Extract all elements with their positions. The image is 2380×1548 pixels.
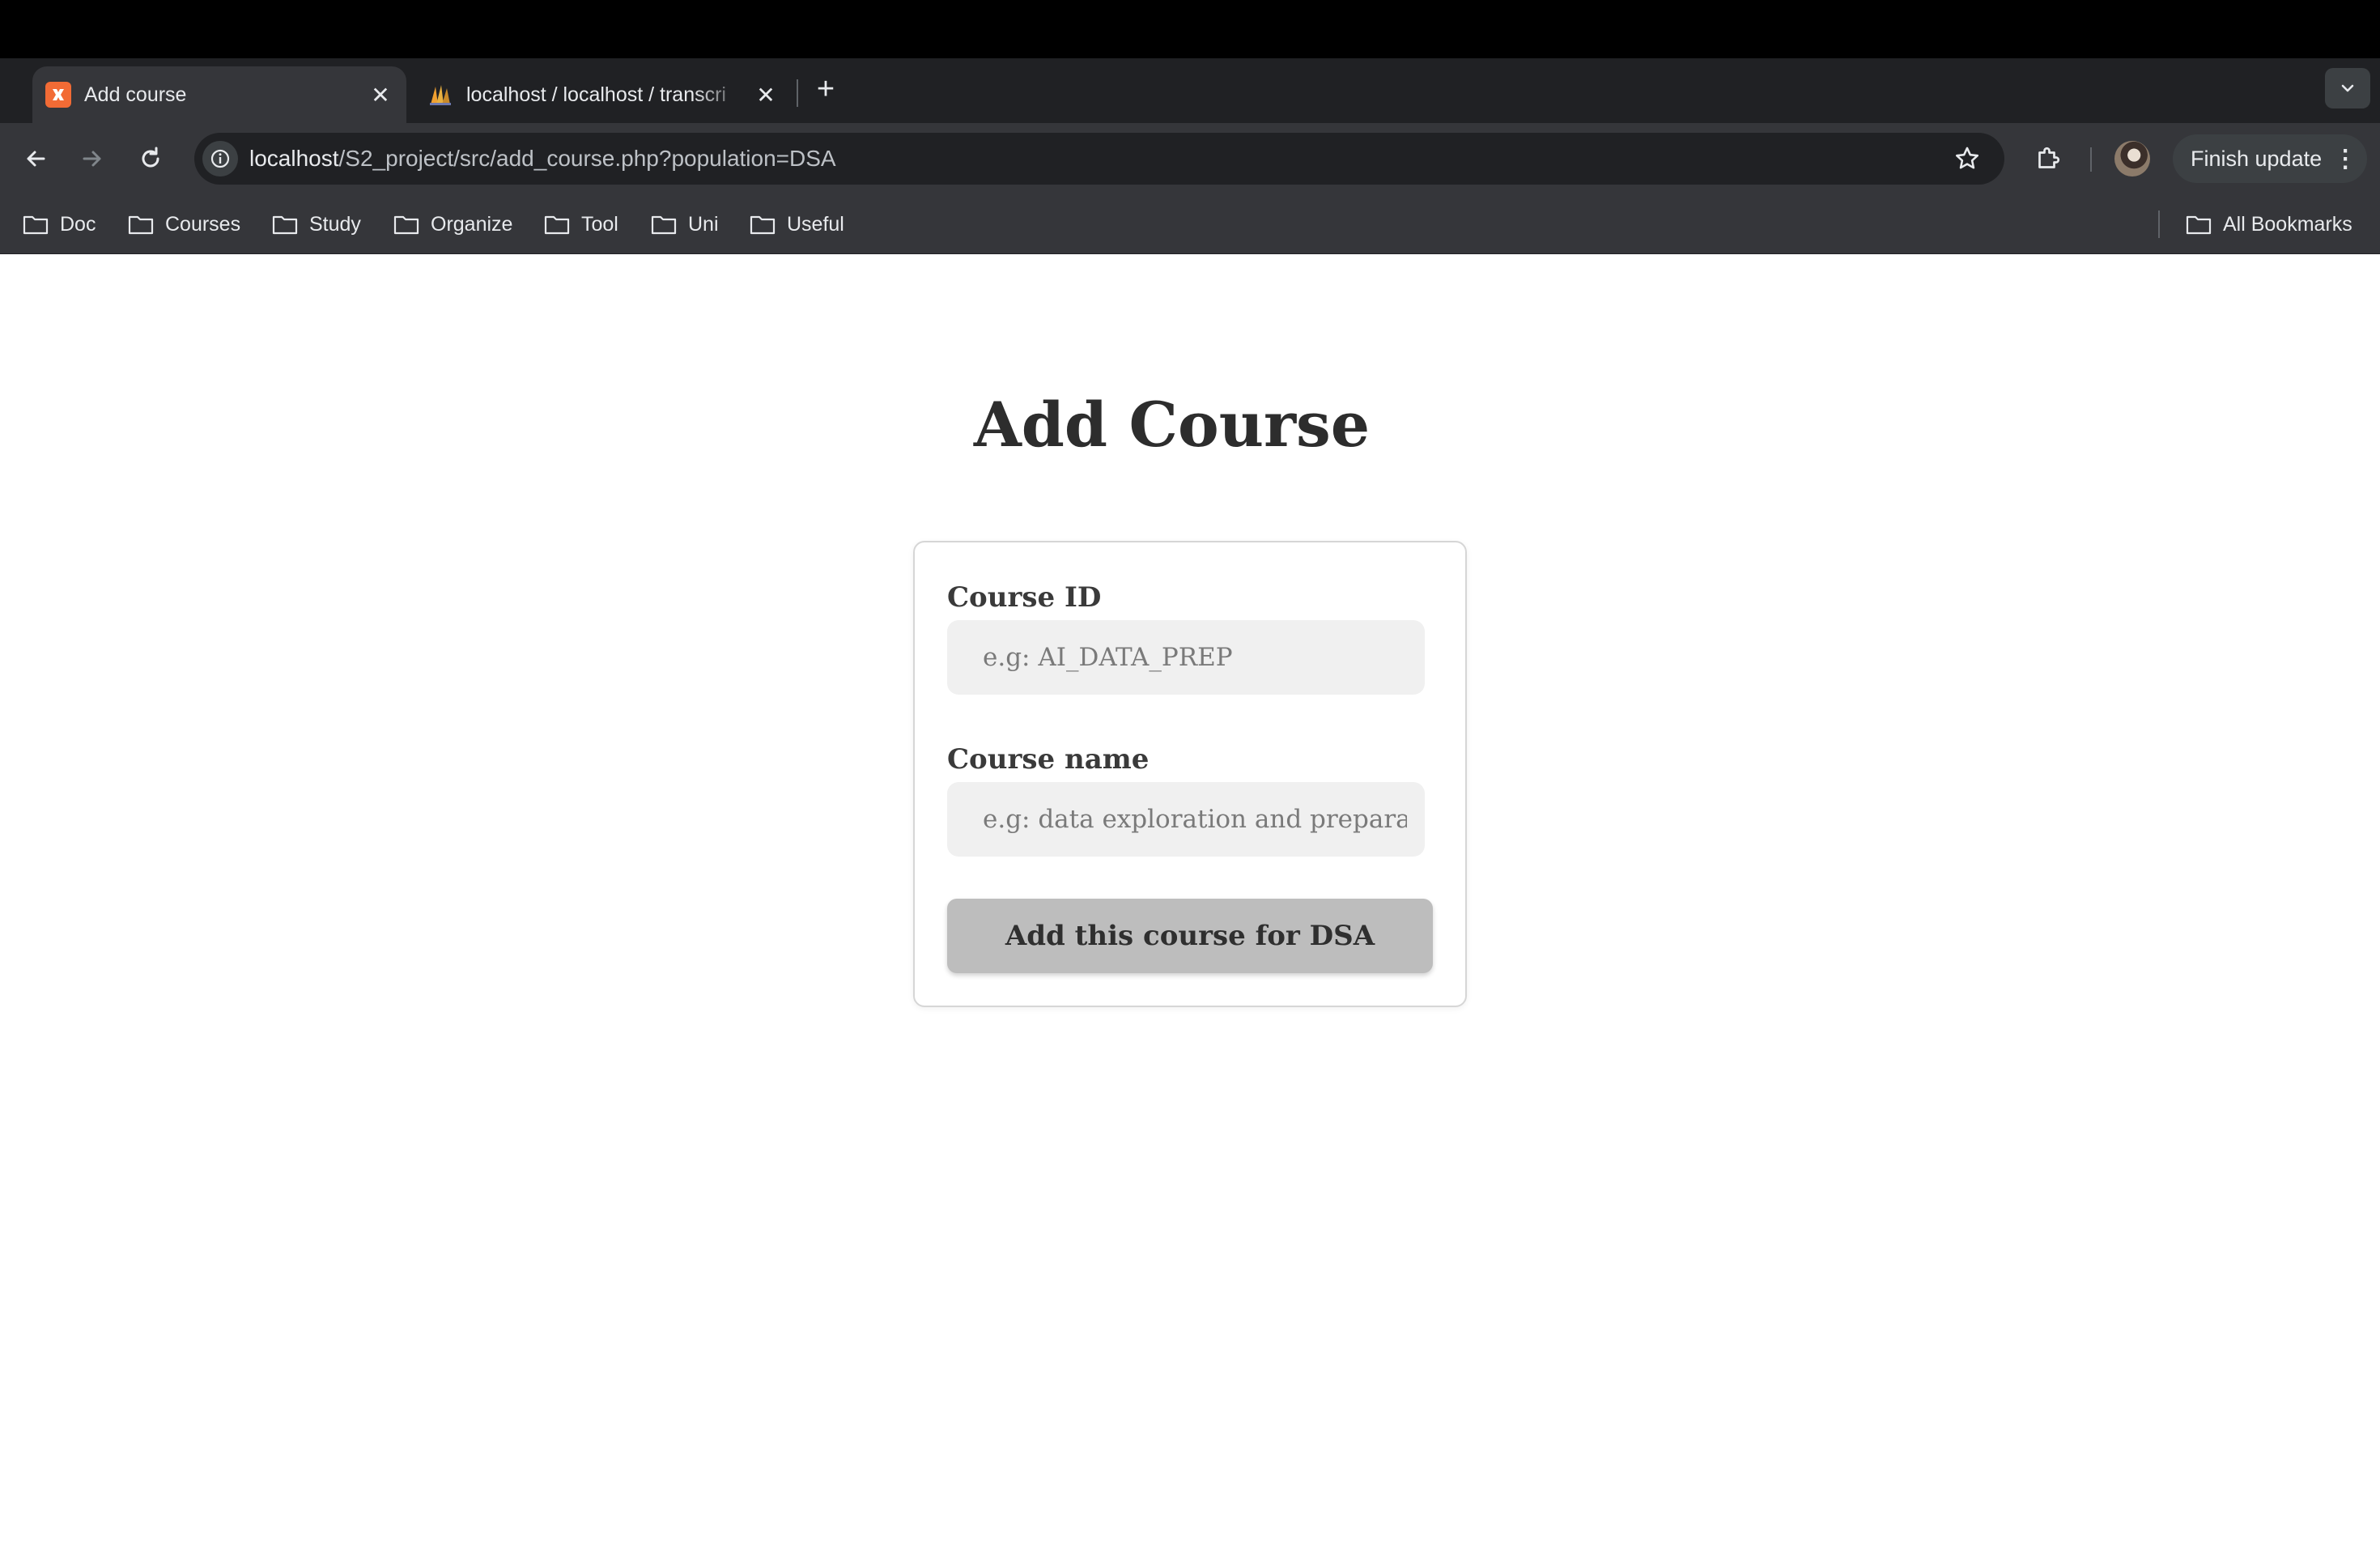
site-info-icon[interactable] — [202, 141, 238, 176]
folder-icon — [128, 215, 154, 235]
finish-update-label: Finish update — [2191, 146, 2323, 171]
bookmark-folder-study[interactable]: Study — [272, 207, 361, 241]
bookmark-label: Courses — [165, 212, 241, 236]
arrow-left-icon — [27, 151, 45, 167]
profile-avatar[interactable] — [2114, 141, 2150, 176]
course-id-input[interactable] — [947, 620, 1425, 695]
folder-icon — [393, 215, 419, 235]
phpmyadmin-icon — [427, 82, 453, 108]
bookmark-folder-doc[interactable]: Doc — [23, 207, 96, 241]
tab-title: localhost / localhost / transcri — [466, 83, 726, 106]
bookmark-folder-organize[interactable]: Organize — [393, 207, 512, 241]
all-bookmarks-button[interactable]: All Bookmarks — [2186, 207, 2352, 241]
tab-add-course[interactable]: Add course ✕ — [32, 66, 406, 123]
kebab-menu-icon: ⋮ — [2333, 145, 2358, 172]
bookmark-star-icon[interactable] — [1943, 134, 1991, 183]
arrow-right-icon — [83, 151, 101, 167]
folder-icon — [2186, 215, 2212, 235]
folder-icon — [544, 215, 570, 235]
folder-icon — [272, 215, 298, 235]
address-bar[interactable]: localhost/S2_project/src/add_course.php?… — [194, 133, 2004, 185]
back-button[interactable] — [15, 138, 57, 180]
bookmark-folder-uni[interactable]: Uni — [651, 207, 719, 241]
add-course-button[interactable]: Add this course for DSA — [947, 899, 1433, 973]
tab-separator — [797, 79, 798, 107]
course-id-label: Course ID — [947, 581, 1102, 614]
close-icon[interactable]: ✕ — [364, 79, 397, 111]
folder-icon — [23, 215, 49, 235]
bookmark-label: Study — [309, 212, 361, 236]
add-course-form: Course ID Course name Add this course fo… — [913, 541, 1467, 1007]
tab-search-button[interactable] — [2325, 68, 2370, 108]
course-name-label: Course name — [947, 743, 1150, 776]
tab-title: Add course — [84, 83, 187, 106]
bookmark-folder-useful[interactable]: Useful — [750, 207, 844, 241]
tab-phpmyadmin[interactable]: localhost / localhost / transcri ✕ — [419, 66, 792, 123]
close-icon[interactable]: ✕ — [750, 79, 782, 111]
url-path: /S2_project/src/add_course.php?populatio… — [338, 146, 836, 171]
reload-button[interactable] — [130, 138, 172, 180]
folder-icon — [651, 215, 677, 235]
folder-icon — [750, 215, 776, 235]
new-tab-button[interactable]: + — [810, 73, 842, 105]
bookmark-label: Doc — [60, 212, 96, 236]
bookmark-label: Organize — [431, 212, 513, 236]
bookmark-folder-courses[interactable]: Courses — [128, 207, 240, 241]
all-bookmarks-label: All Bookmarks — [2223, 212, 2352, 236]
xampp-icon — [45, 82, 71, 108]
bookmark-label: Uni — [688, 212, 719, 236]
url-host: localhost — [249, 146, 339, 171]
chevron-down-icon — [2341, 84, 2354, 92]
bookmarks-divider — [2158, 211, 2160, 238]
forward-button[interactable] — [71, 138, 113, 180]
course-name-input[interactable] — [947, 782, 1425, 857]
toolbar-divider — [2090, 147, 2092, 172]
extensions-icon[interactable] — [2027, 138, 2069, 180]
browser-toolbar: localhost/S2_project/src/add_course.php?… — [0, 123, 2380, 194]
page-title: Add Course — [973, 389, 1371, 461]
bookmark-folder-tool[interactable]: Tool — [544, 207, 618, 241]
bookmarks-bar: Doc Courses Study Organize Tool Uni Usef… — [0, 194, 2380, 254]
reload-icon — [142, 147, 159, 168]
bookmark-label: Tool — [581, 212, 618, 236]
url-text[interactable]: localhost/S2_project/src/add_course.php?… — [249, 146, 1943, 172]
finish-update-button[interactable]: Finish update ⋮ — [2173, 134, 2367, 183]
tab-strip: Add course ✕ localhost / localhost / tra… — [0, 58, 2380, 123]
os-menu-bar — [0, 0, 2380, 58]
bookmark-label: Useful — [787, 212, 844, 236]
